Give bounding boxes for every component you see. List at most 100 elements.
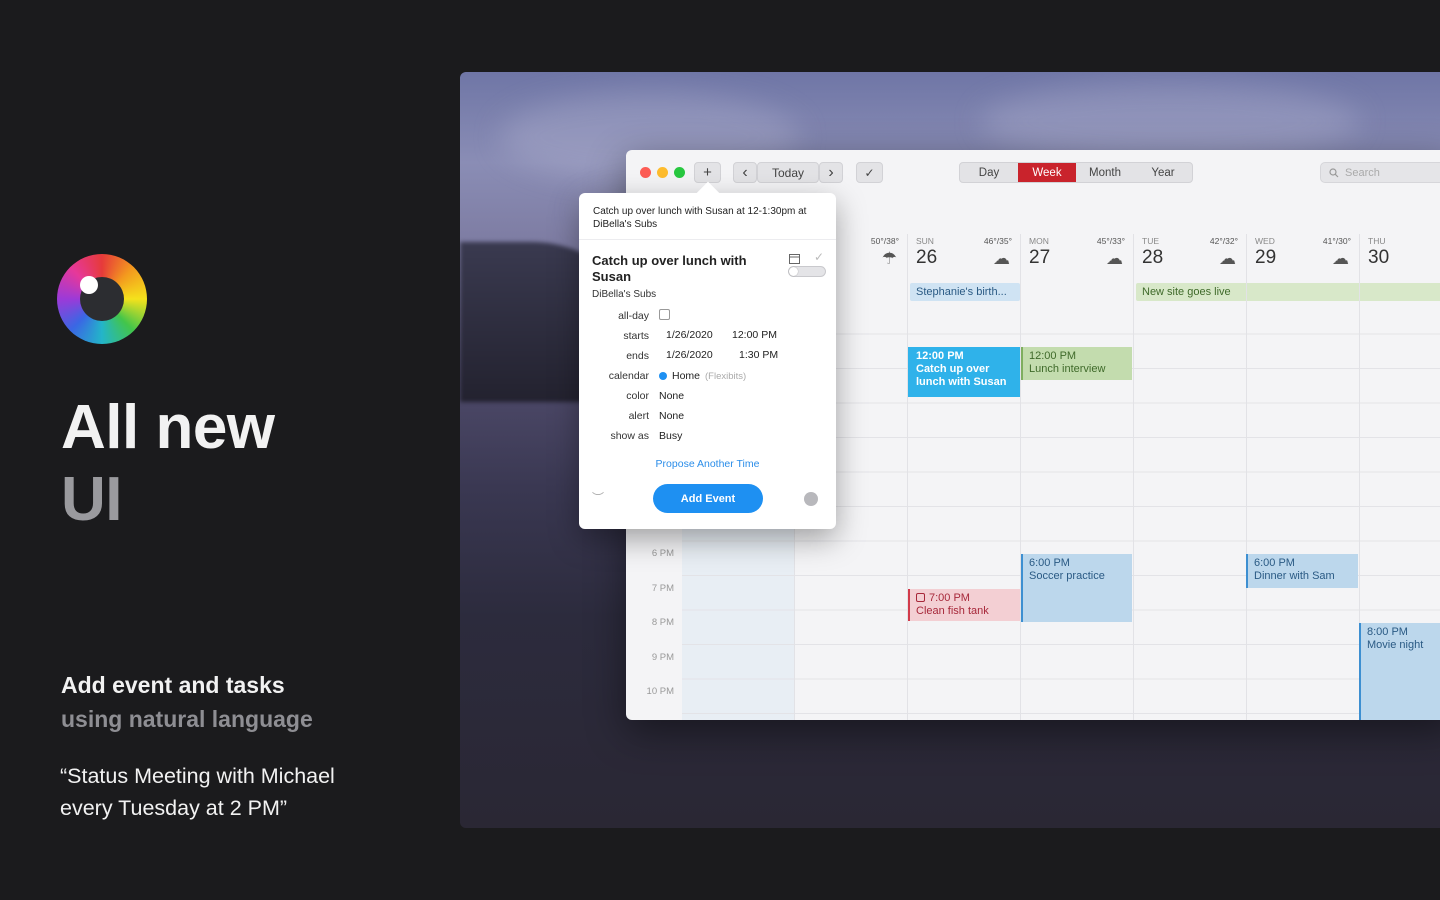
task-toggle[interactable] xyxy=(788,266,826,277)
next-week-button[interactable]: › xyxy=(819,162,843,183)
chevron-down-icon[interactable]: ︶ xyxy=(592,489,604,506)
quote-line1: “Status Meeting with Michael xyxy=(60,764,335,788)
hour-label: 8 PM xyxy=(651,617,674,628)
color-label: color xyxy=(626,390,649,402)
event-block[interactable]: 12:00 PM Catch up over lunch with Susan xyxy=(908,347,1020,397)
checkmark-icon: ✓ xyxy=(814,250,825,264)
task-block[interactable]: 7:00 PM Clean fish tank xyxy=(908,589,1020,621)
ends-label: ends xyxy=(626,350,649,362)
all-day-checkbox[interactable] xyxy=(659,309,670,320)
quote-line2: every Tuesday at 2 PM” xyxy=(60,796,288,820)
toggle-knob xyxy=(789,267,798,276)
add-event-button[interactable]: + xyxy=(694,162,721,183)
headline-line1: All new xyxy=(61,393,275,462)
ends-time[interactable]: 1:30 PM xyxy=(739,349,778,361)
starts-date[interactable]: 1/26/2020 xyxy=(666,329,713,341)
day-header[interactable]: WED 29 41°/30° ☁ xyxy=(1246,234,1359,284)
starts-time[interactable]: 12:00 PM xyxy=(732,329,777,341)
alert-label: alert xyxy=(628,410,649,422)
event-location[interactable]: DiBella's Subs xyxy=(592,289,656,300)
ends-date[interactable]: 1/26/2020 xyxy=(666,349,713,361)
hour-label: 6 PM xyxy=(651,548,674,559)
event-title: Movie night xyxy=(1367,639,1424,651)
day-temperature: 42°/32° xyxy=(1209,236,1238,246)
day-header[interactable]: SUN 26 46°/35° ☁ xyxy=(907,234,1020,284)
starts-label: starts xyxy=(623,330,649,342)
window-titlebar: + ‹ Today › ✓ Day Week Month Year Search xyxy=(626,150,1440,194)
hour-label: 10 PM xyxy=(646,686,674,697)
add-event-submit-button[interactable]: Add Event xyxy=(653,484,763,513)
day-header[interactable]: THU 30 42 xyxy=(1359,234,1440,284)
event-time: 6:00 PM xyxy=(1254,557,1295,569)
calendar-icon[interactable] xyxy=(789,253,800,264)
day-name: THU xyxy=(1368,236,1386,246)
day-temperature: 50°/38° xyxy=(870,236,899,246)
day-temperature: 45°/33° xyxy=(1096,236,1125,246)
event-block[interactable]: 12:00 PM Lunch interview xyxy=(1021,347,1132,380)
calendar-name: Home xyxy=(672,370,701,382)
event-time: 7:00 PM xyxy=(929,592,970,604)
example-quote: “Status Meeting with Michael every Tuesd… xyxy=(60,760,390,824)
event-title-field[interactable]: Catch up over lunch with Susan xyxy=(592,253,752,285)
partly-cloudy-icon: ☁ xyxy=(1332,249,1349,268)
natural-language-input[interactable]: Catch up over lunch with Susan at 12-1:3… xyxy=(593,206,825,231)
day-date: 26 xyxy=(916,247,938,268)
search-icon xyxy=(1329,167,1339,177)
hour-label: 7 PM xyxy=(651,583,674,594)
calendar-color-dot xyxy=(659,372,667,380)
day-header[interactable]: TUE 28 42°/32° ☁ xyxy=(1133,234,1246,284)
partly-cloudy-icon: ☁ xyxy=(1219,249,1236,268)
hour-label: 9 PM xyxy=(651,652,674,663)
event-title: Clean fish tank xyxy=(916,605,989,617)
tasks-toggle-button[interactable]: ✓ xyxy=(856,162,883,183)
event-block[interactable]: 6:00 PM Dinner with Sam xyxy=(1246,554,1358,588)
zoom-window-button[interactable] xyxy=(674,167,685,178)
view-year-tab[interactable]: Year xyxy=(1134,163,1192,182)
day-date: 28 xyxy=(1142,247,1164,268)
view-week-tab[interactable]: Week xyxy=(1018,163,1076,182)
color-select[interactable]: None xyxy=(659,390,684,402)
view-day-tab[interactable]: Day xyxy=(960,163,1018,182)
column-divider xyxy=(1133,234,1134,720)
column-divider xyxy=(1020,234,1021,720)
day-name: SUN xyxy=(916,236,934,246)
all-day-label: all-day xyxy=(618,310,649,322)
promo-panel: All new UI Add event and tasks using nat… xyxy=(0,0,440,900)
feature-line1: Add event and tasks xyxy=(61,672,285,698)
event-time: 8:00 PM xyxy=(1367,626,1408,638)
today-button[interactable]: Today xyxy=(757,162,819,183)
logo-glint xyxy=(80,276,98,294)
prev-week-button[interactable]: ‹ xyxy=(733,162,757,183)
event-title: Catch up over lunch with Susan xyxy=(916,363,1007,388)
day-name: MON xyxy=(1029,236,1049,246)
partly-cloudy-icon: ☁ xyxy=(1106,249,1123,268)
event-block[interactable]: 6:00 PM Soccer practice xyxy=(1021,554,1132,622)
show-as-label: show as xyxy=(610,430,649,442)
view-switcher: Day Week Month Year xyxy=(959,162,1193,183)
event-time: 12:00 PM xyxy=(1029,350,1077,362)
calendar-account: (Flexibits) xyxy=(705,370,747,382)
event-block[interactable]: 8:00 PM Movie night xyxy=(1359,623,1440,720)
day-date: 30 xyxy=(1368,247,1390,268)
task-checkbox[interactable] xyxy=(916,593,925,602)
headline: All new UI xyxy=(61,392,275,536)
event-time: 12:00 PM xyxy=(916,350,964,362)
feature-title: Add event and tasks using natural langua… xyxy=(61,668,313,736)
propose-time-link[interactable]: Propose Another Time xyxy=(579,458,836,470)
calendar-select[interactable]: Home (Flexibits) xyxy=(659,370,746,382)
day-temperature: 41°/30° xyxy=(1322,236,1351,246)
alert-select[interactable]: None xyxy=(659,410,684,422)
divider xyxy=(579,239,836,240)
day-temperature: 46°/35° xyxy=(983,236,1012,246)
feature-line2: using natural language xyxy=(61,706,313,732)
all-day-event[interactable]: Stephanie's birth... xyxy=(910,283,1020,301)
location-pin-icon[interactable] xyxy=(804,492,818,506)
show-as-select[interactable]: Busy xyxy=(659,430,682,442)
close-window-button[interactable] xyxy=(640,167,651,178)
calendar-label: calendar xyxy=(608,370,649,382)
all-day-event[interactable]: New site goes live xyxy=(1136,283,1440,301)
search-field[interactable]: Search xyxy=(1320,162,1440,183)
view-month-tab[interactable]: Month xyxy=(1076,163,1134,182)
day-header[interactable]: MON 27 45°/33° ☁ xyxy=(1020,234,1133,284)
minimize-window-button[interactable] xyxy=(657,167,668,178)
